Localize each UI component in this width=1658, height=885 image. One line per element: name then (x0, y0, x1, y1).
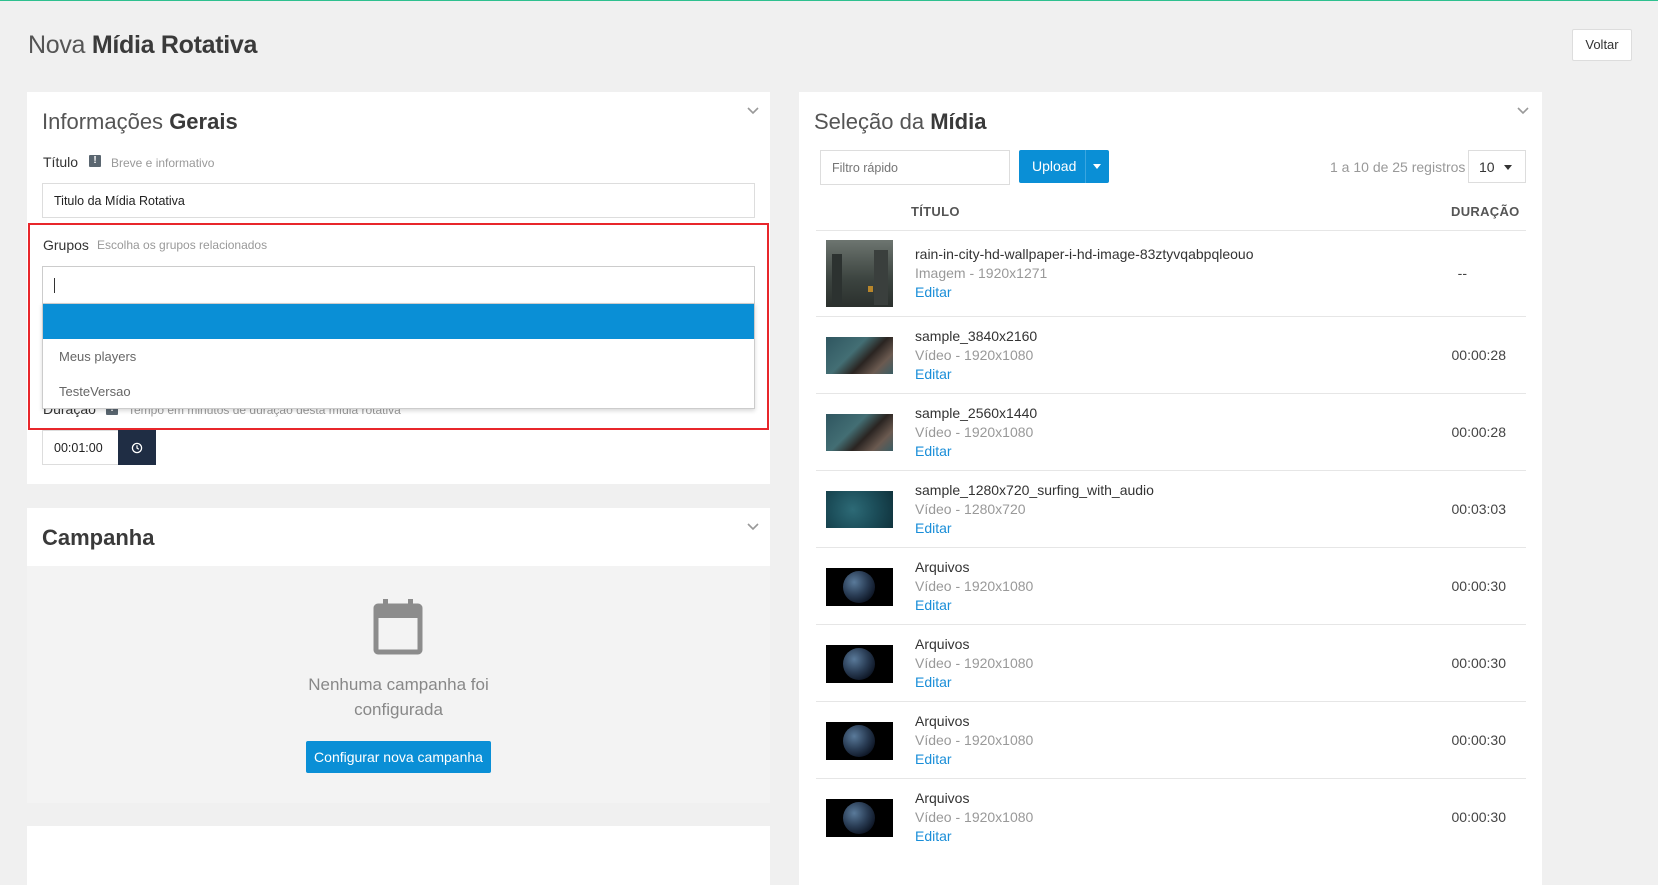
media-title-prefix: Seleção da (814, 109, 925, 134)
caret-down-icon[interactable] (1093, 164, 1101, 169)
media-duration: 00:00:28 (1451, 424, 1507, 440)
general-info-title: Informações Gerais (42, 109, 238, 135)
table-row[interactable]: Arquivos Vídeo - 1920x1080 Editar 00:00:… (816, 778, 1526, 885)
media-title: Arquivos (915, 790, 970, 806)
page-title: Nova Mídia Rotativa (28, 31, 257, 60)
column-header-duration[interactable]: DURAÇÃO (1451, 204, 1520, 219)
edit-link[interactable]: Editar (915, 751, 952, 767)
thumbnail-video (826, 645, 893, 683)
media-meta: Imagem - 1920x1271 (915, 265, 1048, 281)
thumbnail-video (826, 414, 893, 451)
earth-shape (843, 802, 875, 834)
edit-link[interactable]: Editar (915, 443, 952, 459)
edit-link[interactable]: Editar (915, 597, 952, 613)
configure-campaign-button[interactable]: Configurar nova campanha (306, 741, 491, 773)
media-title-bold: Mídia (930, 109, 987, 134)
table-row[interactable]: Arquivos Vídeo - 1920x1080 Editar 00:00:… (816, 624, 1526, 701)
next-panel (27, 826, 770, 885)
upload-button[interactable]: Upload (1019, 150, 1109, 183)
general-info-title-bold: Gerais (169, 109, 238, 134)
duracao-input[interactable] (42, 430, 119, 465)
media-meta: Vídeo - 1920x1080 (915, 809, 1034, 825)
page-title-bold: Mídia Rotativa (91, 31, 258, 59)
media-duration: 00:00:30 (1451, 732, 1507, 748)
campaign-panel: Campanha Nenhuma campanha foi configurad… (27, 508, 770, 803)
media-title: sample_2560x1440 (915, 405, 1038, 421)
media-meta: Vídeo - 1920x1080 (915, 347, 1034, 363)
edit-link[interactable]: Editar (915, 284, 952, 300)
media-duration: 00:00:30 (1451, 655, 1507, 671)
thumbnail-video (826, 722, 893, 760)
thumbnail-detail (868, 286, 873, 292)
quick-filter-input[interactable] (820, 150, 1010, 185)
chevron-down-icon[interactable] (1516, 106, 1530, 116)
thumbnail-video (826, 337, 893, 374)
chevron-down-icon[interactable] (746, 106, 760, 116)
media-meta: Vídeo - 1920x1080 (915, 578, 1034, 594)
clock-icon (131, 442, 143, 454)
media-title: Arquivos (915, 713, 970, 729)
upload-label: Upload (1032, 158, 1077, 174)
media-meta: Vídeo - 1280x720 (915, 501, 1026, 517)
media-duration: 00:00:30 (1451, 578, 1507, 594)
highlight-annotation (28, 223, 769, 430)
titulo-hint: Breve e informativo (111, 156, 215, 170)
media-meta: Vídeo - 1920x1080 (915, 424, 1034, 440)
general-info-title-prefix: Informações (42, 109, 164, 134)
edit-link[interactable]: Editar (915, 828, 952, 844)
records-info: 1 a 10 de 25 registros (1330, 159, 1466, 175)
media-duration: 00:00:28 (1451, 347, 1507, 363)
thumbnail-video (826, 491, 893, 528)
edit-link[interactable]: Editar (915, 366, 952, 382)
edit-link[interactable]: Editar (915, 674, 952, 690)
thumbnail-image (826, 240, 893, 307)
table-row[interactable]: Arquivos Vídeo - 1920x1080 Editar 00:00:… (816, 547, 1526, 624)
thumbnail-detail (832, 254, 842, 304)
column-header-title[interactable]: TÍTULO (911, 204, 960, 219)
media-duration: 00:00:30 (1451, 809, 1507, 825)
caret-down-icon (1504, 165, 1512, 170)
table-row[interactable]: sample_3840x2160 Vídeo - 1920x1080 Edita… (816, 316, 1526, 393)
table-row[interactable]: sample_2560x1440 Vídeo - 1920x1080 Edita… (816, 393, 1526, 470)
thumbnail-video (826, 568, 893, 606)
clock-button[interactable] (118, 430, 156, 465)
campaign-empty-line2: configurada (354, 700, 443, 719)
thumbnail-detail (874, 250, 888, 305)
table-row[interactable]: Arquivos Vídeo - 1920x1080 Editar 00:00:… (816, 701, 1526, 778)
info-icon: ! (89, 155, 101, 167)
table-row[interactable]: rain-in-city-hd-wallpaper-i-hd-image-83z… (816, 230, 1526, 316)
back-button[interactable]: Voltar (1572, 29, 1632, 61)
media-title: Arquivos (915, 636, 970, 652)
titulo-label: Título (43, 154, 79, 170)
earth-shape (843, 648, 875, 680)
edit-link[interactable]: Editar (915, 520, 952, 536)
earth-shape (843, 725, 875, 757)
media-meta: Vídeo - 1920x1080 (915, 732, 1034, 748)
thumbnail-video (826, 799, 893, 837)
chevron-down-icon[interactable] (746, 522, 760, 532)
earth-shape (843, 571, 875, 603)
media-title: rain-in-city-hd-wallpaper-i-hd-image-83z… (915, 246, 1254, 262)
page-title-prefix: Nova (28, 31, 86, 59)
campaign-empty-line1: Nenhuma campanha foi (308, 675, 489, 694)
media-title: sample_3840x2160 (915, 328, 1038, 344)
media-title: Seleção da Mídia (814, 109, 986, 135)
campaign-title: Campanha (42, 525, 155, 550)
upload-divider (1085, 150, 1086, 183)
media-duration: -- (1457, 265, 1467, 281)
campaign-empty-area: Nenhuma campanha foi configurada Configu… (27, 566, 770, 803)
media-duration: 00:03:03 (1451, 501, 1507, 517)
page-size-value: 10 (1479, 159, 1495, 175)
calendar-icon (373, 599, 423, 655)
titulo-input[interactable] (42, 183, 755, 218)
media-title: Arquivos (915, 559, 970, 575)
table-row[interactable]: sample_1280x720_surfing_with_audio Vídeo… (816, 470, 1526, 547)
media-meta: Vídeo - 1920x1080 (915, 655, 1034, 671)
media-title: sample_1280x720_surfing_with_audio (915, 482, 1154, 498)
page-size-select[interactable]: 10 (1468, 150, 1526, 183)
